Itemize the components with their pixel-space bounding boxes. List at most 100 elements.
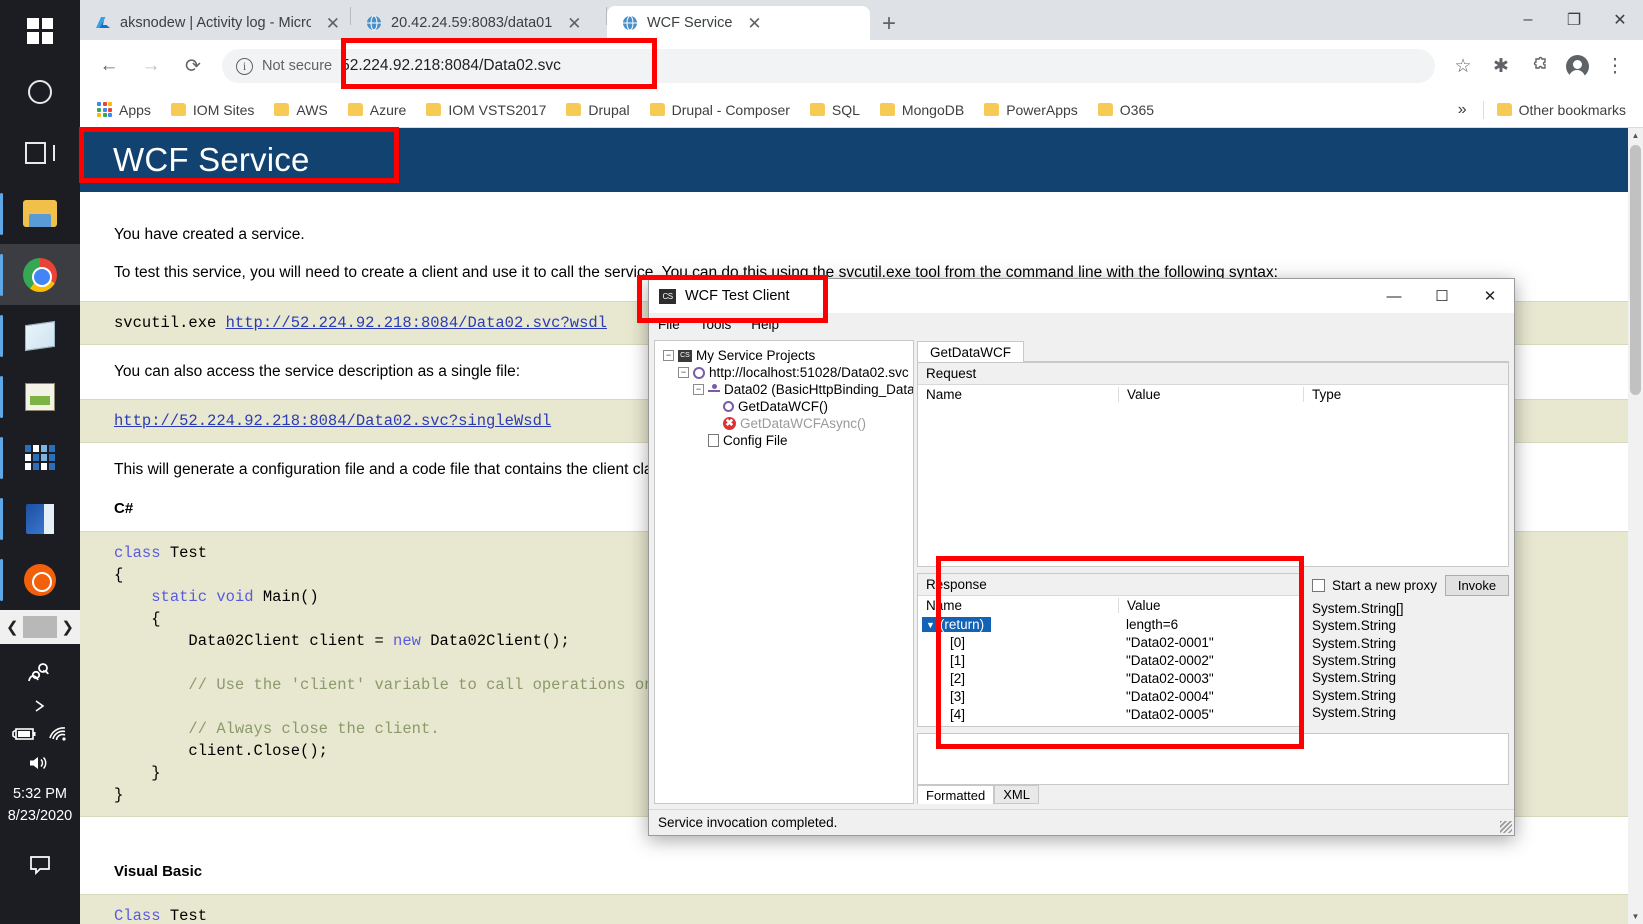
- single-wsdl-link[interactable]: http://52.224.92.218:8084/Data02.svc?sin…: [114, 412, 551, 430]
- folder-icon: [170, 103, 186, 116]
- response-row-4[interactable]: [3] "Data02-0004": [918, 687, 1303, 705]
- response-right: Start a new proxy Invoke System.String[]…: [1304, 573, 1509, 727]
- response-row-6[interactable]: [5] "Data02-0006": [918, 723, 1303, 726]
- new-tab-button[interactable]: +: [870, 12, 908, 40]
- taskbar-clock[interactable]: 5:32 PM 8/23/2020: [8, 784, 73, 828]
- browser-tab-close-0[interactable]: ✕: [326, 15, 340, 32]
- info-circle-icon[interactable]: i: [236, 57, 253, 75]
- tree-expander[interactable]: −: [678, 367, 689, 378]
- bookmark-item-1[interactable]: AWS: [267, 98, 334, 122]
- tab-formatted[interactable]: Formatted: [917, 785, 995, 804]
- bookmark-label-2: Azure: [369, 101, 407, 118]
- response-row-2[interactable]: [1] "Data02-0002": [918, 651, 1303, 669]
- response-row-3[interactable]: [2] "Data02-0003": [918, 669, 1303, 687]
- minimize-button[interactable]: –: [1505, 0, 1551, 40]
- wcf-close-button[interactable]: ✕: [1466, 279, 1514, 313]
- request-col-type: Type: [1303, 387, 1508, 402]
- bookmark-item-3[interactable]: IOM VSTS2017: [419, 98, 553, 122]
- browser-tab-close-2[interactable]: ✕: [747, 15, 761, 32]
- reload-button[interactable]: ⟳: [174, 47, 212, 85]
- windows-taskbar: ❮ ❯ 5:32 PM 8/23/2020: [0, 0, 80, 924]
- file-explorer-button[interactable]: [0, 183, 80, 244]
- operation-tab-strip: GetDataWCF: [917, 340, 1509, 362]
- start-new-proxy-checkbox[interactable]: [1312, 579, 1325, 593]
- bookmark-item-5[interactable]: Drupal - Composer: [643, 98, 797, 122]
- browser-tab-1[interactable]: 20.42.24.59:8083/data01 ✕: [351, 6, 606, 40]
- bookmark-star-icon[interactable]: ☆: [1445, 48, 1481, 84]
- visual-studio-button[interactable]: [0, 488, 80, 549]
- service-tree-panel[interactable]: − CS My Service Projects − http://localhost:…: [654, 340, 914, 804]
- people-icon[interactable]: [27, 660, 53, 686]
- sticky-notes-button[interactable]: [0, 305, 80, 366]
- tree-node-4[interactable]: ✖ GetDataWCFAsync(): [659, 415, 909, 432]
- wcf-maximize-button[interactable]: ☐: [1418, 279, 1466, 313]
- scroll-up-icon[interactable]: ▲: [1628, 128, 1643, 143]
- scroll-down-icon[interactable]: ▼: [1628, 909, 1643, 924]
- wifi-icon[interactable]: [47, 726, 69, 742]
- invoke-button[interactable]: Invoke: [1445, 575, 1509, 597]
- browser-tab-2[interactable]: WCF Service ✕: [607, 6, 870, 40]
- tab-xml[interactable]: XML: [994, 785, 1039, 804]
- other-bookmarks-button[interactable]: Other bookmarks: [1490, 98, 1633, 122]
- tree-expander[interactable]: −: [663, 350, 674, 361]
- bookmark-item-2[interactable]: Azure: [341, 98, 414, 122]
- bookmark-item-6[interactable]: SQL: [803, 98, 867, 122]
- volume-icon[interactable]: [27, 754, 53, 772]
- svcutil-wsdl-link[interactable]: http://52.224.92.218:8084/Data02.svc?wsd…: [226, 314, 607, 332]
- notifications-icon[interactable]: [27, 854, 53, 876]
- puzzle-icon[interactable]: [1521, 48, 1557, 84]
- tree-node-3[interactable]: GetDataWCF(): [659, 398, 909, 415]
- tab-getdatawcf[interactable]: GetDataWCF: [917, 341, 1025, 362]
- chrome-button[interactable]: [0, 244, 80, 305]
- bookmark-item-4[interactable]: Drupal: [559, 98, 636, 122]
- response-row-1[interactable]: [0] "Data02-0001": [918, 633, 1303, 651]
- cortana-button[interactable]: [0, 61, 80, 122]
- tree-node-2[interactable]: − Data02 (BasicHttpBinding_Data02): [659, 381, 913, 398]
- extension-icon[interactable]: ✱: [1483, 48, 1519, 84]
- remote-desktop-button[interactable]: [0, 427, 80, 488]
- tree-node-5[interactable]: Config File: [659, 432, 909, 449]
- start-button[interactable]: [0, 0, 80, 61]
- bookmarks-overflow-button[interactable]: »: [1448, 101, 1477, 119]
- taskbar-scroll-right-icon[interactable]: ❯: [61, 618, 74, 636]
- wcf-menu-tools[interactable]: Tools: [700, 317, 732, 332]
- wcf-menu-help[interactable]: Help: [751, 317, 779, 332]
- browser-tab-0[interactable]: aksnodew | Activity log - Microso ✕: [80, 6, 350, 40]
- page-scrollbar[interactable]: ▲ ▼: [1628, 128, 1643, 924]
- bookmark-apps[interactable]: Apps: [90, 98, 158, 122]
- chrome-menu-button[interactable]: ⋮: [1597, 48, 1633, 84]
- task-view-button[interactable]: [0, 122, 80, 183]
- bookmark-item-0[interactable]: IOM Sites: [164, 98, 261, 122]
- taskbar-scroll-left-icon[interactable]: ❮: [6, 618, 19, 636]
- page-scroll-thumb[interactable]: [1630, 145, 1641, 395]
- battery-charging-icon[interactable]: [11, 726, 37, 742]
- tree-node-1[interactable]: − http://localhost:51028/Data02.svc: [659, 364, 909, 381]
- wcf-title-bar[interactable]: CS WCF Test Client — ☐ ✕: [649, 279, 1514, 313]
- editor-button[interactable]: [0, 366, 80, 427]
- taskbar-scroll-thumb[interactable]: [23, 616, 57, 638]
- folder-icon: [566, 103, 582, 116]
- address-bar[interactable]: i Not secure 52.224.92.218:8084/Data02.s…: [222, 49, 1435, 83]
- taskbar-scrollbar[interactable]: ❮ ❯: [0, 610, 80, 644]
- profile-avatar[interactable]: [1559, 48, 1595, 84]
- tree-node-0[interactable]: − CS My Service Projects: [659, 347, 909, 364]
- close-button[interactable]: ✕: [1597, 0, 1643, 40]
- response-rows[interactable]: ▼ (return) length=6 [0] "Data02-0001" [1] "Dat…: [918, 615, 1303, 726]
- back-button[interactable]: ←: [90, 47, 128, 85]
- wcf-minimize-button[interactable]: —: [1370, 279, 1418, 313]
- response-row-0[interactable]: ▼ (return) length=6: [918, 615, 1303, 633]
- bookmark-item-8[interactable]: PowerApps: [977, 98, 1085, 122]
- response-row-5[interactable]: [4] "Data02-0005": [918, 705, 1303, 723]
- expand-triangle-icon[interactable]: ▼: [926, 620, 935, 630]
- wcf-menu-file[interactable]: File: [658, 317, 680, 332]
- browser-tab-close-1[interactable]: ✕: [567, 15, 581, 32]
- bookmark-item-9[interactable]: O365: [1091, 98, 1161, 122]
- forward-button[interactable]: →: [132, 47, 170, 85]
- tree-expander[interactable]: −: [693, 384, 704, 395]
- response-row-name-5: [4]: [950, 706, 966, 722]
- chevron-up-tray-icon[interactable]: [30, 698, 50, 714]
- bookmark-item-7[interactable]: MongoDB: [873, 98, 971, 122]
- resize-grip-icon[interactable]: [1500, 821, 1512, 833]
- postman-button[interactable]: [0, 549, 80, 610]
- maximize-button[interactable]: ❐: [1551, 0, 1597, 40]
